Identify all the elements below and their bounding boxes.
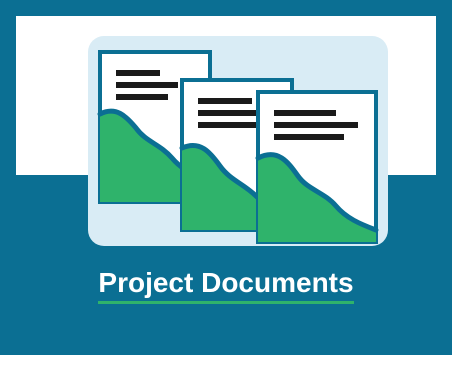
document-3-icon	[255, 90, 379, 244]
project-documents-title-text: Project Documents	[98, 266, 354, 304]
page: Project Documents	[0, 0, 452, 369]
project-documents-title: Project Documents	[0, 266, 452, 304]
project-documents-tile-link[interactable]: Project Documents	[0, 0, 452, 369]
stacked-documents-with-river-icon	[88, 36, 388, 246]
